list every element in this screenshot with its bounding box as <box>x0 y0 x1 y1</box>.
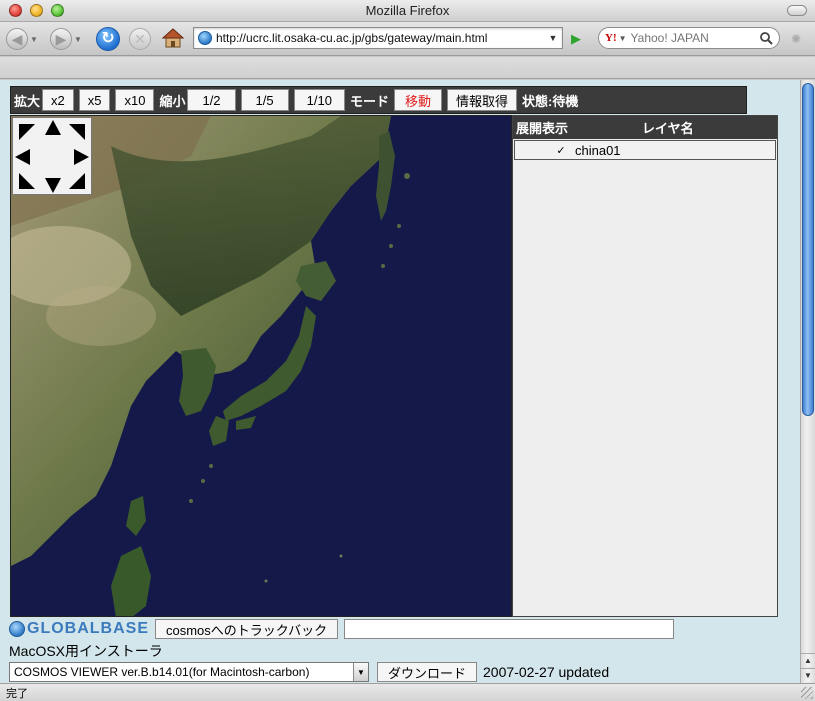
url-history-dropdown-icon[interactable]: ▼ <box>544 33 562 43</box>
select-dropdown-icon[interactable]: ▼ <box>353 663 368 681</box>
back-arrow-icon: ◀ <box>6 28 28 50</box>
globe-icon <box>9 621 25 637</box>
forward-button[interactable]: ▶ ▼ <box>50 26 82 52</box>
zoom-fifth-button[interactable]: 1/5 <box>240 89 289 111</box>
browser-statusbar: 完了 <box>0 683 815 701</box>
layer-name-column-header: レイヤ名 <box>642 121 694 136</box>
back-button[interactable]: ◀ ▼ <box>6 26 38 52</box>
scroll-down-arrow-icon[interactable]: ▼ <box>801 668 815 682</box>
layer-table-header: 展開 表示 レイヤ名 <box>513 116 777 139</box>
search-icon[interactable] <box>759 31 773 45</box>
zoom-x10-button[interactable]: x10 <box>115 89 155 111</box>
zoom-in-label: 拡大 <box>14 93 41 109</box>
browser-toolbar: ◀ ▼ ▶ ▼ ↻ ✕ http://ucrc.lit.osaka-cu.ac.… <box>0 22 815 56</box>
pan-control <box>12 117 92 195</box>
layer-row[interactable]: ✓ china01 <box>514 140 776 160</box>
forward-history-dropdown-icon[interactable]: ▼ <box>74 35 82 44</box>
scroll-thumb[interactable] <box>802 83 814 416</box>
yahoo-engine-icon: Y! <box>605 32 617 44</box>
scroll-up-arrow-icon[interactable]: ▲ <box>801 653 815 667</box>
pan-southeast-icon[interactable] <box>69 173 85 189</box>
zoom-x5-button[interactable]: x5 <box>78 89 111 111</box>
download-row: COSMOS VIEWER ver.B.b14.01(for Macintosh… <box>9 661 609 683</box>
search-bar[interactable]: Y! ▼ <box>598 27 780 49</box>
trackback-button[interactable]: cosmosへのトラックバック <box>155 619 339 639</box>
vertical-scrollbar[interactable]: ▲ ▼ <box>800 80 815 683</box>
zoom-tenth-button[interactable]: 1/10 <box>293 89 345 111</box>
stop-button[interactable]: ✕ <box>129 26 151 52</box>
window-titlebar: Mozilla Firefox <box>0 0 815 22</box>
zoom-half-button[interactable]: 1/2 <box>187 89 236 111</box>
home-button[interactable] <box>160 26 186 50</box>
footer-logo-row: GLOBALBASE cosmosへのトラックバック <box>9 618 675 640</box>
window-title: Mozilla Firefox <box>365 3 450 18</box>
download-button[interactable]: ダウンロード <box>377 662 478 682</box>
bookmarks-toolbar <box>0 57 815 79</box>
pan-southwest-icon[interactable] <box>19 173 35 189</box>
zoom-x2-button[interactable]: x2 <box>42 89 74 111</box>
go-button[interactable]: ▶ <box>566 30 586 48</box>
mode-info-button[interactable]: 情報取得 <box>446 89 517 111</box>
trackback-input[interactable] <box>344 619 675 639</box>
zoom-out-label: 縮小 <box>159 93 186 109</box>
mode-move-button[interactable]: 移動 <box>393 89 442 111</box>
installer-label: MacOSX用インストーラ <box>9 643 163 659</box>
search-input[interactable] <box>630 31 741 45</box>
search-engine-dropdown-icon[interactable]: ▼ <box>619 34 627 43</box>
pan-northeast-icon[interactable] <box>69 124 85 140</box>
pan-east-icon[interactable] <box>74 149 89 165</box>
satellite-map[interactable] <box>10 115 512 617</box>
forward-arrow-icon: ▶ <box>50 28 72 50</box>
address-bar[interactable]: http://ucrc.lit.osaka-cu.ac.jp/gbs/gatew… <box>193 27 563 49</box>
map-toolbar: 拡大 x2 x5 x10 縮小 1/2 1/5 1/10 モード 移動 情報取得… <box>10 86 747 114</box>
stop-icon: ✕ <box>129 28 151 50</box>
home-icon <box>161 28 185 48</box>
reload-button[interactable]: ↻ <box>96 26 120 52</box>
resize-grip-icon[interactable] <box>801 687 813 699</box>
expand-column-header: 展開 <box>516 121 543 136</box>
layer-visible-checkmark-icon[interactable]: ✓ <box>547 144 575 157</box>
version-select[interactable]: COSMOS VIEWER ver.B.b14.01(for Macintosh… <box>9 662 369 682</box>
mode-label: モード <box>349 93 389 109</box>
page-content: 拡大 x2 x5 x10 縮小 1/2 1/5 1/10 モード 移動 情報取得… <box>0 80 800 683</box>
reload-icon: ↻ <box>96 27 120 51</box>
activity-throbber-icon: ✺ <box>790 32 802 46</box>
url-text[interactable]: http://ucrc.lit.osaka-cu.ac.jp/gbs/gatew… <box>216 31 544 45</box>
globalbase-logo[interactable]: GLOBALBASE <box>9 620 149 638</box>
pan-north-icon[interactable] <box>45 120 61 135</box>
status-bar-text: 完了 <box>6 687 28 700</box>
toolbar-toggle-button[interactable] <box>787 5 807 16</box>
visible-column-header: 表示 <box>542 121 569 136</box>
site-globe-icon <box>198 31 212 45</box>
pan-northwest-icon[interactable] <box>19 124 35 140</box>
updated-date-text: 2007-02-27 updated <box>483 664 610 680</box>
back-history-dropdown-icon[interactable]: ▼ <box>30 35 38 44</box>
pan-west-icon[interactable] <box>15 149 30 165</box>
layer-name: china01 <box>575 142 621 158</box>
layer-panel: 展開 表示 レイヤ名 ✓ china01 <box>512 115 778 617</box>
pan-south-icon[interactable] <box>45 178 61 193</box>
version-selected-text: COSMOS VIEWER ver.B.b14.01(for Macintosh… <box>14 665 310 679</box>
status-text: 状態:待機 <box>521 93 579 109</box>
